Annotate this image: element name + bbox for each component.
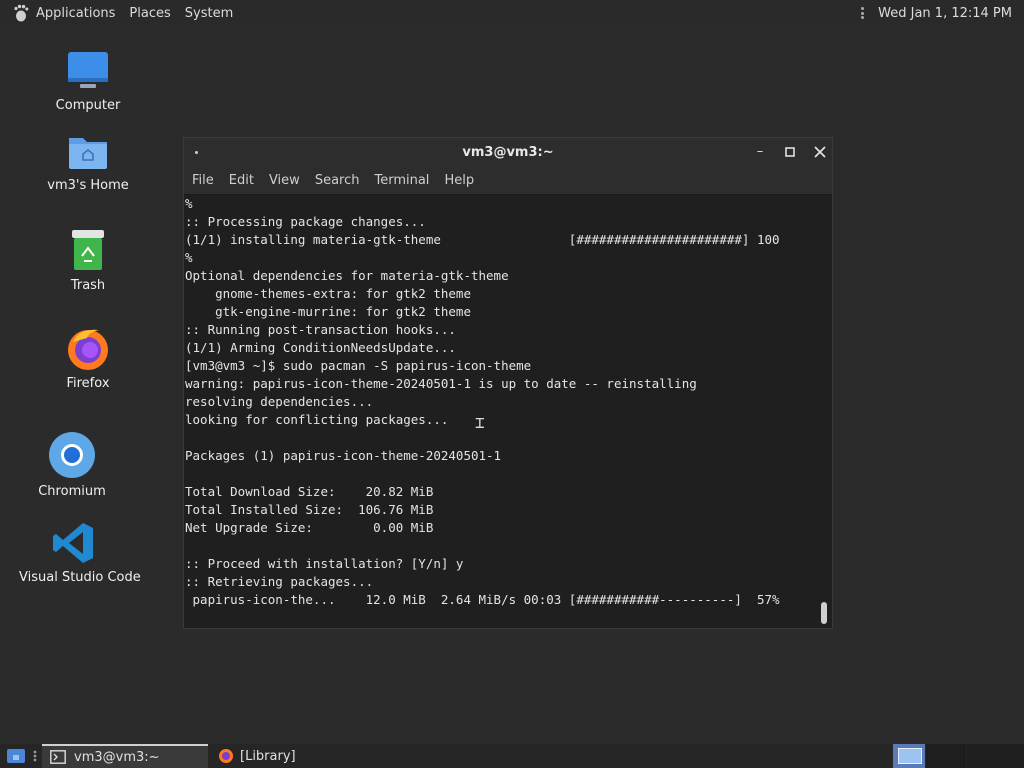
terminal-line: :: Proceed with installation? [Y/n] y	[185, 556, 464, 571]
taskbar-library-label: [Library]	[240, 748, 296, 764]
close-icon	[814, 146, 826, 158]
terminal-line: [vm3@vm3 ~]$ sudo pacman -S papirus-icon…	[185, 358, 532, 373]
terminal-window[interactable]: vm3@vm3:~ – File Edit View Search Termin…	[183, 137, 833, 629]
menu-edit[interactable]: Edit	[229, 173, 254, 188]
workspace-2[interactable]	[926, 744, 966, 768]
maximize-icon	[785, 147, 795, 157]
applications-menu[interactable]: Applications	[36, 6, 115, 21]
top-panel: Applications Places System Wed Jan 1, 12…	[0, 0, 1024, 26]
taskbar-library[interactable]: [Library]	[212, 744, 378, 768]
system-menu[interactable]: System	[185, 6, 233, 21]
terminal-line: :: Running post-transaction hooks...	[185, 322, 456, 337]
panel-handle-icon	[33, 750, 37, 762]
terminal-menubar: File Edit View Search Terminal Help	[184, 166, 832, 195]
show-desktop-icon[interactable]	[6, 747, 26, 765]
computer-icon	[68, 52, 108, 88]
desktop-icon-label: Chromium	[38, 484, 106, 499]
menu-view[interactable]: View	[269, 173, 300, 188]
scrollbar[interactable]	[821, 602, 827, 624]
text-cursor-icon: ⌶	[475, 413, 485, 432]
vscode-icon	[53, 523, 93, 563]
taskbar-terminal[interactable]: vm3@vm3:~	[42, 744, 208, 768]
clock[interactable]: Wed Jan 1, 12:14 PM	[878, 6, 1012, 21]
terminal-line: papirus-icon-the... 12.0 MiB 2.64 MiB/s …	[185, 592, 780, 607]
menu-help[interactable]: Help	[444, 173, 474, 188]
terminal-line: %	[185, 196, 193, 211]
home-folder-icon	[69, 138, 107, 169]
desktop-icon-label: Visual Studio Code	[19, 570, 141, 585]
terminal-titlebar[interactable]: vm3@vm3:~ –	[184, 138, 832, 166]
firefox-icon	[68, 329, 108, 370]
terminal-line: (1/1) installing materia-gtk-theme [####…	[185, 232, 780, 247]
panel-handle-icon	[861, 7, 865, 19]
maximize-button[interactable]	[782, 144, 798, 160]
gnome-foot-icon[interactable]	[12, 4, 30, 22]
desktop-icon-vscode[interactable]: Visual Studio Code	[19, 520, 141, 585]
terminal-line: %	[185, 250, 193, 265]
terminal-line: Net Upgrade Size: 0.00 MiB	[185, 520, 434, 535]
workspace-window-preview	[898, 748, 922, 764]
desktop-icon-chromium[interactable]: Chromium	[17, 430, 127, 499]
desktop-icon-home[interactable]: vm3's Home	[33, 130, 143, 193]
terminal-line: Total Installed Size: 106.76 MiB	[185, 502, 434, 517]
desktop-icon-computer[interactable]: Computer	[33, 48, 143, 113]
desktop-icon-label: Computer	[55, 98, 121, 113]
workspace-1[interactable]	[893, 744, 925, 768]
close-button[interactable]	[812, 144, 828, 160]
terminal-line: :: Processing package changes...	[185, 214, 426, 229]
minimize-button[interactable]: –	[752, 144, 768, 160]
menu-search[interactable]: Search	[315, 173, 360, 188]
terminal-line: looking for conflicting packages...	[185, 412, 449, 427]
terminal-line: Total Download Size: 20.82 MiB	[185, 484, 434, 499]
workspace-3[interactable]	[967, 744, 1024, 768]
desktop-icon-firefox[interactable]: Firefox	[33, 326, 143, 391]
terminal-line: (1/1) Arming ConditionNeedsUpdate...	[185, 340, 456, 355]
terminal-output[interactable]: % :: Processing package changes... (1/1)…	[184, 195, 825, 625]
taskbar-terminal-label: vm3@vm3:~	[74, 749, 160, 765]
terminal-line: Optional dependencies for materia-gtk-th…	[185, 268, 509, 283]
window-title: vm3@vm3:~	[462, 145, 554, 160]
chromium-icon	[49, 432, 95, 478]
terminal-line: gtk-engine-murrine: for gtk2 theme	[185, 304, 471, 319]
firefox-icon	[219, 749, 233, 763]
terminal-line: :: Retrieving packages...	[185, 574, 374, 589]
desktop-icon-label: vm3's Home	[47, 178, 129, 193]
terminal-line: Packages (1) papirus-icon-theme-20240501…	[185, 448, 502, 463]
clock-area: Wed Jan 1, 12:14 PM	[861, 0, 1012, 26]
trash-icon	[72, 230, 104, 270]
terminal-line: resolving dependencies...	[185, 394, 374, 409]
terminal-icon	[50, 750, 66, 764]
places-menu[interactable]: Places	[129, 6, 170, 21]
terminal-line: gnome-themes-extra: for gtk2 theme	[185, 286, 471, 301]
menu-terminal[interactable]: Terminal	[374, 173, 429, 188]
menu-file[interactable]: File	[192, 173, 214, 188]
desktop-icon-trash[interactable]: Trash	[33, 228, 143, 293]
desktop-icon-label: Trash	[70, 278, 106, 293]
terminal-line: warning: papirus-icon-theme-20240501-1 i…	[185, 376, 697, 391]
desktop-icon-label: Firefox	[66, 376, 110, 391]
bottom-panel: vm3@vm3:~ [Library]	[0, 744, 1024, 768]
